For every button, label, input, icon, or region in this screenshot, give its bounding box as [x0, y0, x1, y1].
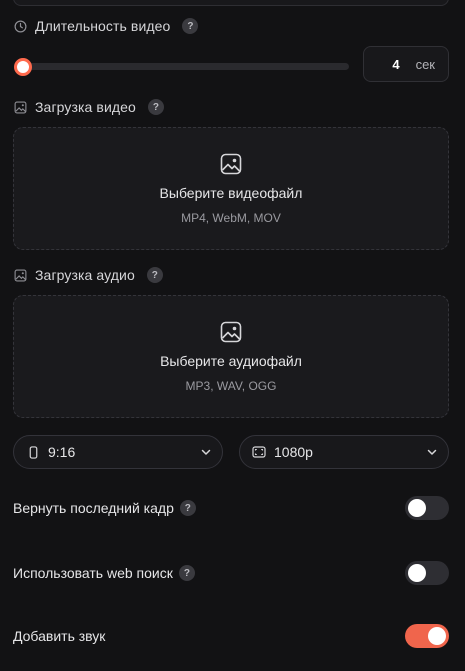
video-dropzone-formats: MP4, WebM, MOV [181, 211, 281, 225]
duration-slider-thumb[interactable] [14, 58, 32, 76]
resolution-icon [252, 445, 266, 459]
last-frame-toggle[interactable] [405, 496, 449, 520]
image-icon [13, 268, 27, 282]
audio-dropzone[interactable]: Выберите аудиофайл MP3, WAV, OGG [13, 295, 449, 418]
chevron-down-icon [427, 449, 437, 455]
help-icon[interactable]: ? [146, 267, 163, 283]
add-sound-label: Добавить звук [13, 628, 106, 644]
help-icon[interactable]: ? [179, 500, 196, 516]
video-upload-header: Загрузка видео ? [13, 98, 164, 116]
last-frame-label: Вернуть последний кадр [13, 500, 174, 516]
duration-slider-track[interactable] [22, 63, 349, 70]
duration-header: Длительность видео ? [13, 17, 199, 35]
chevron-down-icon [201, 449, 211, 455]
image-upload-icon [220, 321, 242, 343]
audio-upload-header: Загрузка аудио ? [13, 266, 163, 284]
video-dropzone-title: Выберите видеофайл [159, 185, 303, 201]
toggle-row-web-search: Использовать web поиск ? [13, 561, 449, 585]
help-icon[interactable]: ? [147, 99, 164, 115]
audio-dropzone-formats: MP3, WAV, OGG [185, 379, 277, 393]
web-search-toggle[interactable] [405, 561, 449, 585]
settings-panel: Длительность видео ? 4 сек Загрузка виде… [0, 0, 465, 671]
aspect-ratio-select[interactable]: 9:16 [13, 435, 223, 469]
toggle-knob [408, 564, 426, 582]
phone-portrait-icon [26, 445, 40, 459]
duration-value[interactable]: 4 [392, 57, 399, 72]
image-upload-icon [220, 153, 242, 175]
audio-dropzone-title: Выберите аудиофайл [160, 353, 302, 369]
duration-input[interactable]: 4 сек [363, 46, 449, 82]
audio-upload-label: Загрузка аудио [35, 267, 135, 283]
help-icon[interactable]: ? [178, 565, 195, 581]
toggle-knob [408, 499, 426, 517]
aspect-ratio-value: 9:16 [48, 444, 76, 460]
toggle-row-last-frame: Вернуть последний кадр ? [13, 496, 449, 520]
clock-icon [13, 19, 27, 33]
resolution-value: 1080p [274, 444, 313, 460]
add-sound-toggle[interactable] [405, 624, 449, 648]
toggle-row-add-sound: Добавить звук [13, 624, 449, 648]
video-dropzone[interactable]: Выберите видеофайл MP4, WebM, MOV [13, 127, 449, 250]
toggle-knob [428, 627, 446, 645]
resolution-select[interactable]: 1080p [239, 435, 449, 469]
web-search-label: Использовать web поиск [13, 565, 173, 581]
video-upload-label: Загрузка видео [35, 99, 136, 115]
duration-label: Длительность видео [35, 18, 171, 34]
help-icon[interactable]: ? [182, 18, 199, 34]
image-icon [13, 100, 27, 114]
duration-unit: сек [415, 56, 435, 72]
previous-field-edge [13, 0, 449, 6]
